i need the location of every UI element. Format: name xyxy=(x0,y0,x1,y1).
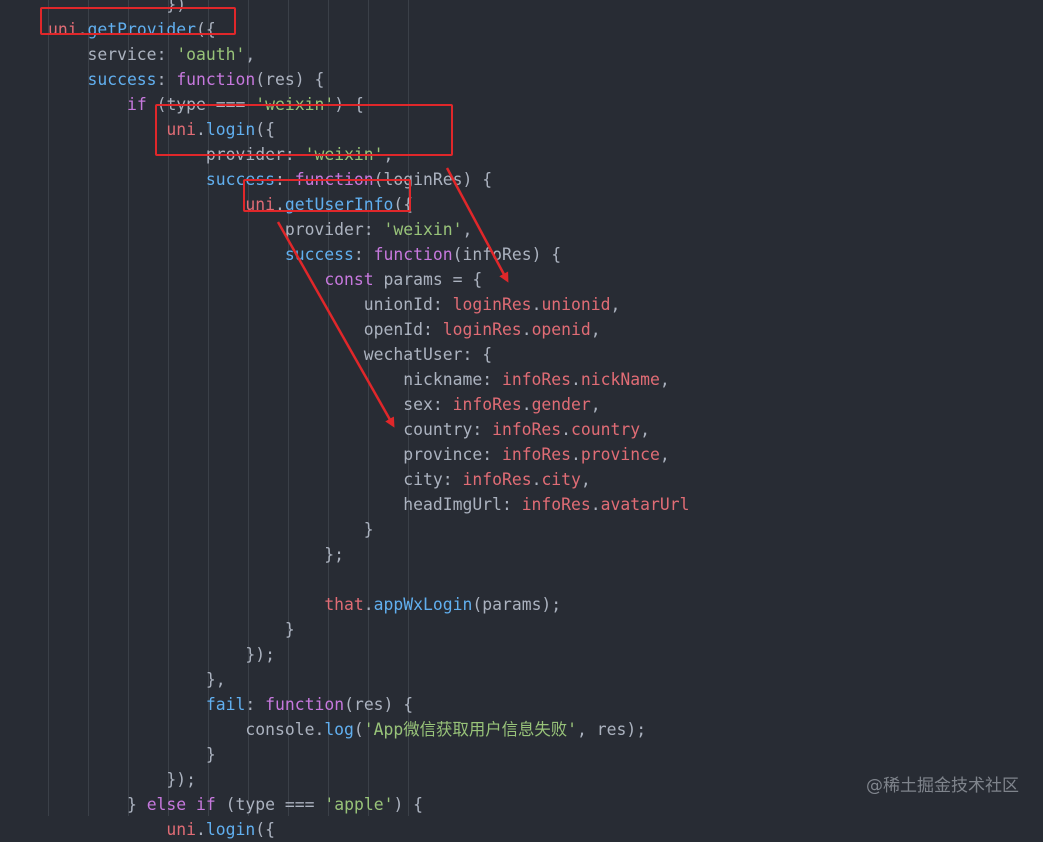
code-token: ({ xyxy=(255,820,275,839)
arrow-getuserinfo-to-wechatuser xyxy=(276,221,395,428)
watermark-text: @稀土掘金技术社区 xyxy=(866,776,1019,796)
code-line[interactable]: uni.login({ xyxy=(48,817,275,842)
arrow-login-to-unionid xyxy=(445,167,509,283)
code-token: . xyxy=(196,820,206,839)
annotation-arrows xyxy=(276,167,509,428)
code-token: uni xyxy=(166,820,197,839)
code-token: login xyxy=(205,820,256,839)
code-editor[interactable]: }) uni.getProvider({ service: 'oauth', su… xyxy=(0,0,1043,839)
